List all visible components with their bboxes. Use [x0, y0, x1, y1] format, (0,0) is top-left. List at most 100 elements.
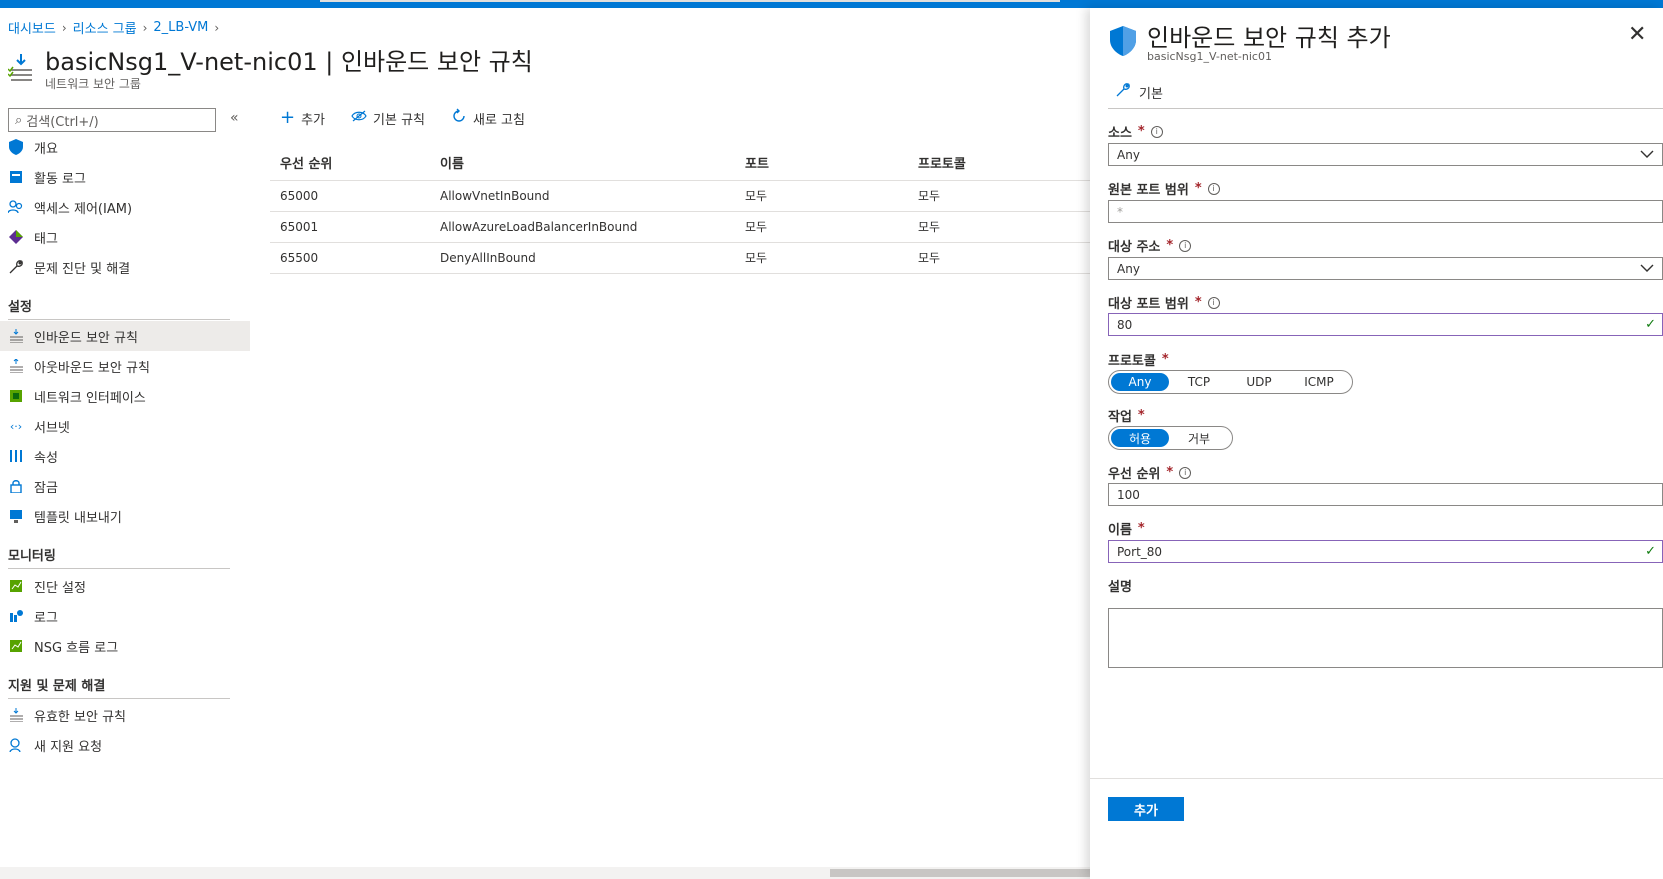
required-mark: * [1137, 408, 1145, 423]
destination-port-label: 대상 포트 범위 * i [1108, 293, 1220, 312]
diagnostic-settings-icon [8, 578, 24, 594]
protocol-option-udp[interactable]: UDP [1229, 373, 1289, 391]
refresh-button[interactable]: 새로 고침 [451, 108, 525, 128]
priority-label: 우선 순위 * i [1108, 463, 1192, 482]
default-rules-button[interactable]: 기본 규칙 [351, 109, 425, 128]
close-icon[interactable]: ✕ [1628, 24, 1646, 46]
sidebar-item-overview[interactable]: 개요 [0, 132, 250, 162]
plus-icon: + [280, 107, 296, 128]
add-inbound-rule-panel: 인바운드 보안 규칙 추가 basicNsg1_V-net-nic01 ✕ 기본… [1090, 8, 1663, 879]
breadcrumb-dashboard[interactable]: 대시보드 [8, 18, 56, 37]
section-title-support: 지원 및 문제 해결 [8, 679, 106, 694]
default-rules-label: 기본 규칙 [373, 112, 425, 128]
source-port-value: * [1117, 204, 1123, 219]
tab-basic-label: 기본 [1139, 86, 1163, 102]
properties-icon [8, 448, 24, 464]
priority-label-text: 우선 순위 [1108, 467, 1161, 482]
cell-port: 모두 [735, 211, 908, 243]
protocol-label: 프로토콜 * [1108, 350, 1169, 369]
sidebar-item-diagnose[interactable]: 문제 진단 및 해결 [0, 252, 250, 282]
cell-priority: 65500 [270, 242, 430, 274]
breadcrumb: 대시보드 › 리소스 그룹 › 2_LB-VM › [8, 18, 219, 37]
chevron-right-icon: › [61, 20, 67, 35]
chevron-down-icon [1640, 150, 1654, 158]
sidebar-item-nsg-flow-logs[interactable]: NSG 흐름 로그 [0, 631, 250, 661]
column-header-port[interactable]: 포트 [735, 145, 908, 181]
info-icon[interactable]: i [1207, 296, 1220, 309]
add-button-label: 추가 [301, 112, 326, 128]
column-header-protocol[interactable]: 프로토콜 [908, 145, 1090, 181]
sidebar-item-new-support-request[interactable]: 새 지원 요청 [0, 730, 250, 760]
destination-select[interactable]: Any [1108, 257, 1663, 280]
column-header-name[interactable]: 이름 [430, 145, 735, 181]
protocol-option-icmp[interactable]: ICMP [1289, 373, 1349, 391]
protocol-option-tcp[interactable]: TCP [1169, 373, 1229, 391]
sidebar-item-subnets[interactable]: ‹·› 서브넷 [0, 411, 250, 441]
action-toggle: 허용 거부 [1108, 426, 1233, 450]
sidebar-item-export-template[interactable]: 템플릿 내보내기 [0, 501, 250, 531]
sidebar-item-diagnostic-settings[interactable]: 진단 설정 [0, 571, 250, 601]
table-header-row: 우선 순위 이름 포트 프로토콜 [270, 145, 1090, 181]
sidebar-search-input[interactable]: ⌕ 검색(Ctrl+/) [8, 108, 216, 132]
priority-input[interactable]: 100 [1108, 483, 1663, 506]
global-search-bar[interactable] [320, 0, 1060, 2]
info-icon[interactable]: i [1179, 239, 1192, 252]
source-port-input[interactable]: * [1108, 200, 1663, 223]
refresh-label: 새로 고침 [473, 112, 525, 128]
submit-add-button[interactable]: 추가 [1108, 797, 1184, 821]
sidebar-item-network-interfaces[interactable]: 네트워크 인터페이스 [0, 381, 250, 411]
sidebar-item-activity-log[interactable]: 활동 로그 [0, 162, 250, 192]
wrench-icon [8, 259, 24, 275]
flow-logs-icon [8, 638, 24, 654]
sidebar-item-iam[interactable]: 액세스 제어(IAM) [0, 192, 250, 222]
table-row[interactable]: 65500 DenyAllInBound 모두 모두 [270, 242, 1090, 274]
sidebar-item-logs[interactable]: 로그 [0, 601, 250, 631]
sidebar-item-inbound-rules[interactable]: 인바운드 보안 규칙 [0, 321, 250, 351]
sidebar-item-effective-rules[interactable]: 유효한 보안 규칙 [0, 700, 250, 730]
add-button[interactable]: + 추가 [280, 109, 325, 128]
sidebar-item-label: 네트워크 인터페이스 [34, 390, 146, 406]
action-option-deny[interactable]: 거부 [1169, 429, 1229, 447]
inbound-rules-table: 우선 순위 이름 포트 프로토콜 65000 AllowVnetInBound … [270, 145, 1090, 274]
export-template-icon [8, 508, 24, 524]
command-bar: + 추가 기본 규칙 새로 고침 [280, 108, 525, 128]
sidebar-item-outbound-rules[interactable]: 아웃바운드 보안 규칙 [0, 351, 250, 381]
section-divider [8, 319, 230, 320]
cell-protocol: 모두 [908, 211, 1090, 243]
column-header-priority[interactable]: 우선 순위 [270, 145, 430, 181]
horizontal-scrollbar[interactable] [0, 867, 1090, 879]
breadcrumb-resource-groups[interactable]: 리소스 그룹 [73, 18, 137, 37]
action-label: 작업 * [1108, 406, 1145, 425]
table-row[interactable]: 65001 AllowAzureLoadBalancerInBound 모두 모… [270, 211, 1090, 243]
source-select[interactable]: Any [1108, 143, 1663, 166]
description-textarea[interactable] [1108, 608, 1663, 668]
sidebar-item-label: 새 지원 요청 [34, 739, 103, 755]
lock-icon [8, 478, 24, 494]
destination-select-value: Any [1117, 261, 1140, 276]
collapse-sidebar-icon[interactable]: « [230, 110, 239, 126]
table-row[interactable]: 65000 AllowVnetInBound 모두 모두 [270, 180, 1090, 212]
sidebar-item-label: 속성 [34, 450, 58, 466]
cell-priority: 65000 [270, 180, 430, 212]
shield-icon [8, 139, 24, 155]
page-title: basicNsg1_V-net-nic01 | 인바운드 보안 규칙 [45, 48, 533, 76]
source-label: 소스 * i [1108, 122, 1163, 141]
sidebar-item-tags[interactable]: 태그 [0, 222, 250, 252]
scrollbar-thumb[interactable] [830, 869, 1090, 877]
source-port-label-text: 원본 포트 범위 [1108, 183, 1189, 198]
sidebar: ⌕ 검색(Ctrl+/) « 개요 활동 로그 액세스 제어(IAM) 태그 문… [0, 100, 250, 879]
destination-port-input[interactable]: 80 ✓ [1108, 313, 1663, 336]
action-option-allow[interactable]: 허용 [1111, 429, 1169, 447]
name-input[interactable]: Port_80 ✓ [1108, 540, 1663, 563]
breadcrumb-resource-group[interactable]: 2_LB-VM [153, 20, 208, 35]
info-icon[interactable]: i [1179, 466, 1192, 479]
cell-protocol: 모두 [908, 242, 1090, 274]
info-icon[interactable]: i [1150, 125, 1163, 138]
info-icon[interactable]: i [1207, 182, 1220, 195]
protocol-option-any[interactable]: Any [1111, 373, 1169, 391]
tab-basic[interactable]: 기본 [1115, 82, 1163, 102]
sidebar-item-properties[interactable]: 속성 [0, 441, 250, 471]
people-icon [8, 199, 24, 215]
sidebar-item-locks[interactable]: 잠금 [0, 471, 250, 501]
required-mark: * [1137, 124, 1145, 139]
